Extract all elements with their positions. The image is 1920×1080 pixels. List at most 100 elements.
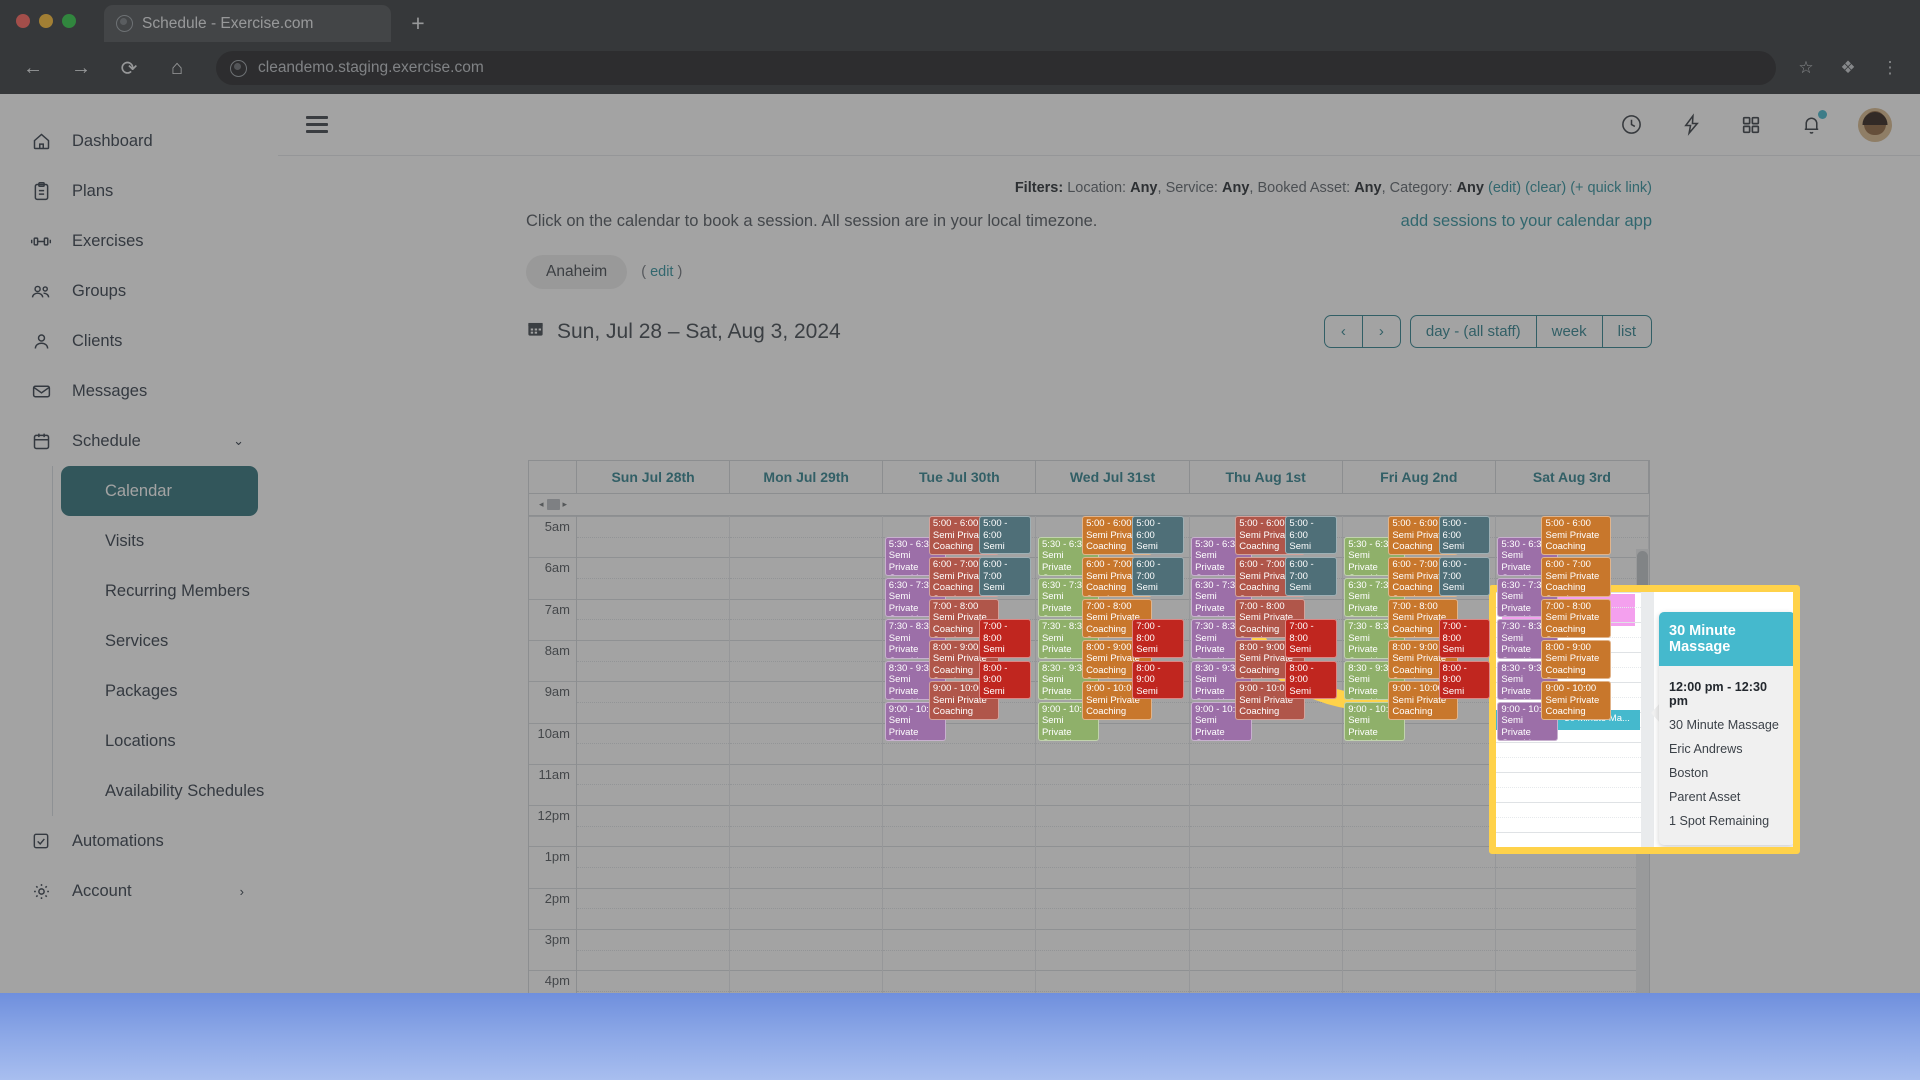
window-controls[interactable] xyxy=(16,14,76,28)
scroll-right-icon[interactable]: ▸ xyxy=(563,499,568,510)
sidebar-item-automations[interactable]: Automations xyxy=(0,816,278,866)
day-header-wed[interactable]: Wed Jul 31st xyxy=(1036,461,1190,493)
sidebar-item-label: Locations xyxy=(105,731,176,750)
sidebar-item-schedule[interactable]: Schedule ⌄ xyxy=(0,416,278,466)
clock-icon[interactable] xyxy=(1618,112,1644,138)
calendar-event[interactable]: 7:00 - 8:00Semi Private Coaching Session xyxy=(1541,598,1612,638)
sidebar-item-locations[interactable]: Locations xyxy=(53,716,278,766)
filters-quick-link[interactable]: (+ quick link) xyxy=(1570,180,1652,196)
calendar-event[interactable]: 6:00 - 7:00Semi Private Coaching Session xyxy=(1541,557,1612,597)
sidebar-item-dashboard[interactable]: Dashboard xyxy=(0,116,278,166)
day-header-sat[interactable]: Sat Aug 3rd xyxy=(1496,461,1649,493)
prev-week-button[interactable]: ‹ xyxy=(1323,315,1363,348)
calendar-event[interactable]: 8:00 - 9:00Semi Private Coaching Session xyxy=(1541,639,1612,680)
avatar[interactable] xyxy=(1858,107,1892,142)
back-icon[interactable]: ← xyxy=(18,53,48,83)
add-to-calendar-app-link[interactable]: add sessions to your calendar app xyxy=(1401,212,1652,231)
day-header-thu[interactable]: Thu Aug 1st xyxy=(1190,461,1343,493)
sidebar-item-label: Calendar xyxy=(105,481,172,500)
scroll-left-icon[interactable]: ◂ xyxy=(539,499,544,510)
calendar-event[interactable]: 5:00 - 6:00Semi Private Coaching Session xyxy=(1438,516,1491,555)
calendar-hscroll-row[interactable]: ◂ ▸ xyxy=(529,494,1649,516)
calendar-event[interactable]: 6:00 - 7:00Semi Private Coaching Session xyxy=(1285,557,1338,596)
calendar-event[interactable]: 8:00 - 9:00Semi Private Coaching Session xyxy=(979,660,1031,699)
sidebar-item-calendar[interactable]: Calendar xyxy=(61,466,258,516)
day-header-tue[interactable]: Tue Jul 30th xyxy=(883,461,1037,493)
half-hour-line xyxy=(577,908,730,910)
sidebar-item-messages[interactable]: Messages xyxy=(0,366,278,416)
hscroll-thumb[interactable] xyxy=(546,499,560,510)
browser-menu-icon[interactable]: ⋮ xyxy=(1878,58,1902,78)
day-column[interactable] xyxy=(577,516,731,993)
day-column[interactable]: 5:30 - 6:30Semi Private Coaching Session… xyxy=(883,516,1037,993)
address-bar[interactable]: cleandemo.staging.exercise.com xyxy=(216,51,1776,85)
lightning-icon[interactable] xyxy=(1678,112,1704,138)
maximize-window-button[interactable] xyxy=(62,14,76,28)
hscroll-controls[interactable]: ◂ ▸ xyxy=(529,499,577,510)
new-tab-button[interactable]: + xyxy=(405,11,431,37)
hamburger-icon[interactable] xyxy=(306,116,328,133)
sidebar-item-account[interactable]: Account › xyxy=(0,866,278,916)
calendar-event[interactable]: 7:00 - 8:00Semi Private Coaching Session xyxy=(1132,619,1184,658)
hour-line xyxy=(1342,929,1495,930)
view-list-button[interactable]: list xyxy=(1602,315,1652,348)
tooltip-asset: Parent Asset xyxy=(1669,790,1741,804)
day-column[interactable]: 6:00 - 7:00Adult Group Fitness Class xyxy=(730,516,884,993)
bell-icon[interactable] xyxy=(1798,109,1827,138)
filters-edit-link[interactable]: (edit) xyxy=(1488,180,1521,196)
day-header-mon[interactable]: Mon Jul 29th xyxy=(730,461,884,493)
event-time: 6:00 - 7:00 xyxy=(1289,559,1314,582)
day-header-sun[interactable]: Sun Jul 28th xyxy=(577,461,731,493)
day-column[interactable]: 5:30 - 6:30Semi Private Coaching Session… xyxy=(1342,516,1496,993)
day-column[interactable]: 5:30 - 6:30Semi Private Coaching Session… xyxy=(1189,516,1343,993)
sidebar-item-clients[interactable]: Clients xyxy=(0,316,278,366)
sidebar-item-recurring-members[interactable]: Recurring Members xyxy=(53,566,278,616)
extensions-icon[interactable]: ❖ xyxy=(1836,58,1860,78)
home-icon[interactable]: ⌂ xyxy=(162,53,192,83)
sidebar-item-services[interactable]: Services xyxy=(53,616,278,666)
view-day-button[interactable]: day - (all staff) xyxy=(1409,315,1537,348)
day-column[interactable]: 5:30 - 6:30Semi Private Coaching Session… xyxy=(1036,516,1190,993)
sidebar-item-packages[interactable]: Packages xyxy=(53,666,278,716)
calendar-event[interactable]: 5:00 - 6:00Semi Private Coaching Session xyxy=(1541,516,1612,556)
calendar-event[interactable]: 8:00 - 9:00Semi Private Coaching Session xyxy=(1132,660,1184,699)
calendar-event[interactable]: 7:00 - 8:00Semi Private Coaching Session xyxy=(979,619,1031,658)
close-window-button[interactable] xyxy=(16,14,30,28)
calendar-event[interactable]: 8:00 - 9:00Semi Private Coaching Session xyxy=(1285,660,1338,699)
calendar-event[interactable]: 7:00 - 8:00Semi Private Coaching Session xyxy=(1438,619,1491,658)
calendar-event[interactable]: 9:00 - 10:00Semi Private Coaching Sessio… xyxy=(1541,681,1612,721)
view-week-button[interactable]: week xyxy=(1536,315,1603,348)
sidebar-subnav: Calendar Visits Recurring Members Servic… xyxy=(52,466,278,816)
hour-line xyxy=(1495,929,1648,930)
sidebar-item-exercises[interactable]: Exercises xyxy=(0,216,278,266)
calendar-event[interactable]: 5:00 - 6:00Semi Private Coaching Session xyxy=(1132,516,1184,555)
sidebar-item-availability-schedules[interactable]: Availability Schedules xyxy=(53,766,278,816)
calendar-event[interactable]: 6:00 - 7:00Semi Private Coaching Session xyxy=(1132,557,1184,596)
time-label: 8am xyxy=(544,642,570,658)
calendar-event[interactable]: 5:00 - 6:00Semi Private Coaching Session xyxy=(1285,516,1338,555)
location-chip[interactable]: Anaheim xyxy=(526,255,628,289)
minimize-window-button[interactable] xyxy=(39,14,53,28)
browser-tab[interactable]: Schedule - Exercise.com xyxy=(104,5,391,42)
sidebar-item-label: Packages xyxy=(105,681,178,700)
calendar-event[interactable]: 8:00 - 9:00Semi Private Coaching Session xyxy=(1438,660,1491,699)
sidebar-item-visits[interactable]: Visits xyxy=(53,516,278,566)
calendar-event[interactable]: 5:00 - 6:00Semi Private Coaching Session xyxy=(979,516,1031,555)
calendar-event[interactable]: 6:00 - 7:00Semi Private Coaching Session xyxy=(1438,557,1491,596)
bookmark-star-icon[interactable]: ☆ xyxy=(1794,58,1818,78)
calendar-grid[interactable]: 5am 6am 7am 8am 9am 10am 11am 12pm 1pm 2pm 3pm 4pm 5… xyxy=(529,516,1649,993)
grid-icon[interactable] xyxy=(1738,112,1764,138)
calendar-event[interactable]: 7:00 - 8:00Semi Private Coaching Session xyxy=(1285,619,1338,658)
next-week-button[interactable]: › xyxy=(1362,315,1401,348)
reload-icon[interactable]: ⟳ xyxy=(114,53,144,83)
filters-clear-link[interactable]: (clear) xyxy=(1525,180,1566,196)
browser-toolbar: ← → ⟳ ⌂ cleandemo.staging.exercise.com ☆… xyxy=(0,42,1920,94)
day-header-fri[interactable]: Fri Aug 2nd xyxy=(1343,461,1496,493)
location-edit-link[interactable]: edit xyxy=(650,264,673,280)
sidebar-item-plans[interactable]: Plans xyxy=(0,166,278,216)
forward-icon[interactable]: → xyxy=(66,53,96,83)
calendar[interactable]: Sun Jul 28th Mon Jul 29th Tue Jul 30th W… xyxy=(528,460,1650,993)
half-hour-line xyxy=(577,577,730,579)
calendar-event[interactable]: 6:00 - 7:00Semi Private Coaching Session xyxy=(979,557,1031,596)
sidebar-item-groups[interactable]: Groups xyxy=(0,266,278,316)
